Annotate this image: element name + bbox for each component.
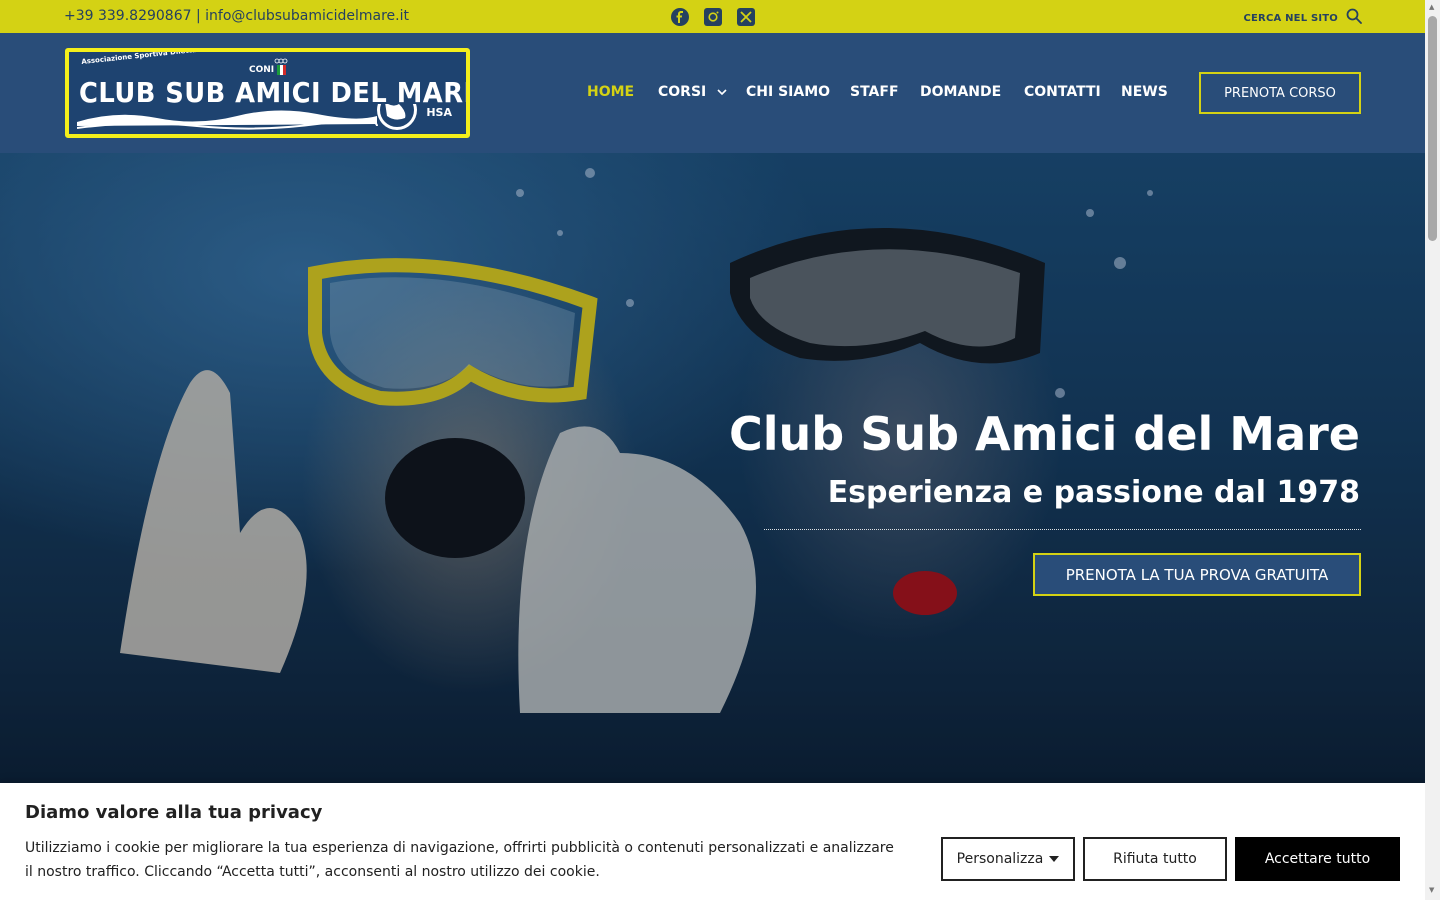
scroll-down-icon[interactable]: ▼	[1429, 886, 1434, 894]
nav-item-corsi-label: CORSI	[658, 84, 707, 100]
search-icon	[1346, 8, 1362, 28]
logo-coni-text: CONI	[249, 65, 275, 75]
prenota-corso-button[interactable]: PRENOTA CORSO	[1199, 72, 1361, 114]
site-header: Associazione Sportiva Dilettantistica CO…	[0, 33, 1425, 153]
contact-info[interactable]: +39 339.8290867 | info@clubsubamicidelma…	[64, 8, 409, 24]
cookie-text: Utilizziamo i cookie per migliorare la t…	[25, 840, 894, 880]
prenota-prova-button[interactable]: PRENOTA LA TUA PROVA GRATUITA	[1033, 553, 1361, 596]
logo-hsa-text: HSA	[426, 106, 452, 119]
page-scrollbar[interactable]: ▲ ▼	[1425, 0, 1440, 900]
facebook-icon[interactable]	[670, 7, 689, 26]
caret-down-icon	[1049, 856, 1060, 862]
cookie-customize-button[interactable]: Personalizza	[941, 837, 1075, 881]
hero-overlay	[0, 153, 1425, 783]
top-bar: +39 339.8290867 | info@clubsubamicidelma…	[0, 0, 1425, 33]
logo-waves-icon	[77, 104, 417, 130]
cookie-banner: Diamo valore alla tua privacy Utilizziam…	[0, 783, 1425, 900]
scrollbar-thumb[interactable]	[1428, 16, 1437, 241]
nav-item-domande[interactable]: DOMANDE	[920, 84, 1001, 100]
cookie-customize-label: Personalizza	[956, 851, 1044, 867]
nav-item-staff[interactable]: STAFF	[850, 84, 899, 100]
nav-item-news[interactable]: NEWS	[1121, 84, 1168, 100]
site-search[interactable]: CERCA NEL SITO	[1243, 8, 1362, 28]
nav-item-home[interactable]: HOME	[587, 84, 634, 100]
hero-divider	[764, 529, 1361, 530]
scroll-up-icon[interactable]: ▲	[1429, 3, 1434, 11]
hero-section: Club Sub Amici del Mare Esperienza e pas…	[0, 153, 1425, 783]
nav-item-chi-siamo[interactable]: CHI SIAMO	[746, 84, 830, 100]
cookie-reject-button[interactable]: Rifiuta tutto	[1083, 837, 1227, 881]
logo-association-text: Associazione Sportiva Dilettantistica	[81, 48, 227, 66]
nav-item-corsi[interactable]: CORSI	[658, 84, 727, 100]
site-logo[interactable]: Associazione Sportiva Dilettantistica CO…	[65, 48, 470, 138]
hero-subtitle: Esperienza e passione dal 1978	[827, 475, 1360, 510]
search-label: CERCA NEL SITO	[1243, 12, 1338, 24]
chevron-down-icon	[717, 84, 727, 100]
cookie-title: Diamo valore alla tua privacy	[25, 802, 323, 823]
cookie-accept-button[interactable]: Accettare tutto	[1235, 837, 1400, 881]
hero-title: Club Sub Amici del Mare	[729, 407, 1360, 461]
instagram-icon[interactable]	[703, 7, 722, 26]
nav-item-contatti[interactable]: CONTATTI	[1024, 84, 1101, 100]
x-twitter-icon[interactable]	[736, 7, 755, 26]
